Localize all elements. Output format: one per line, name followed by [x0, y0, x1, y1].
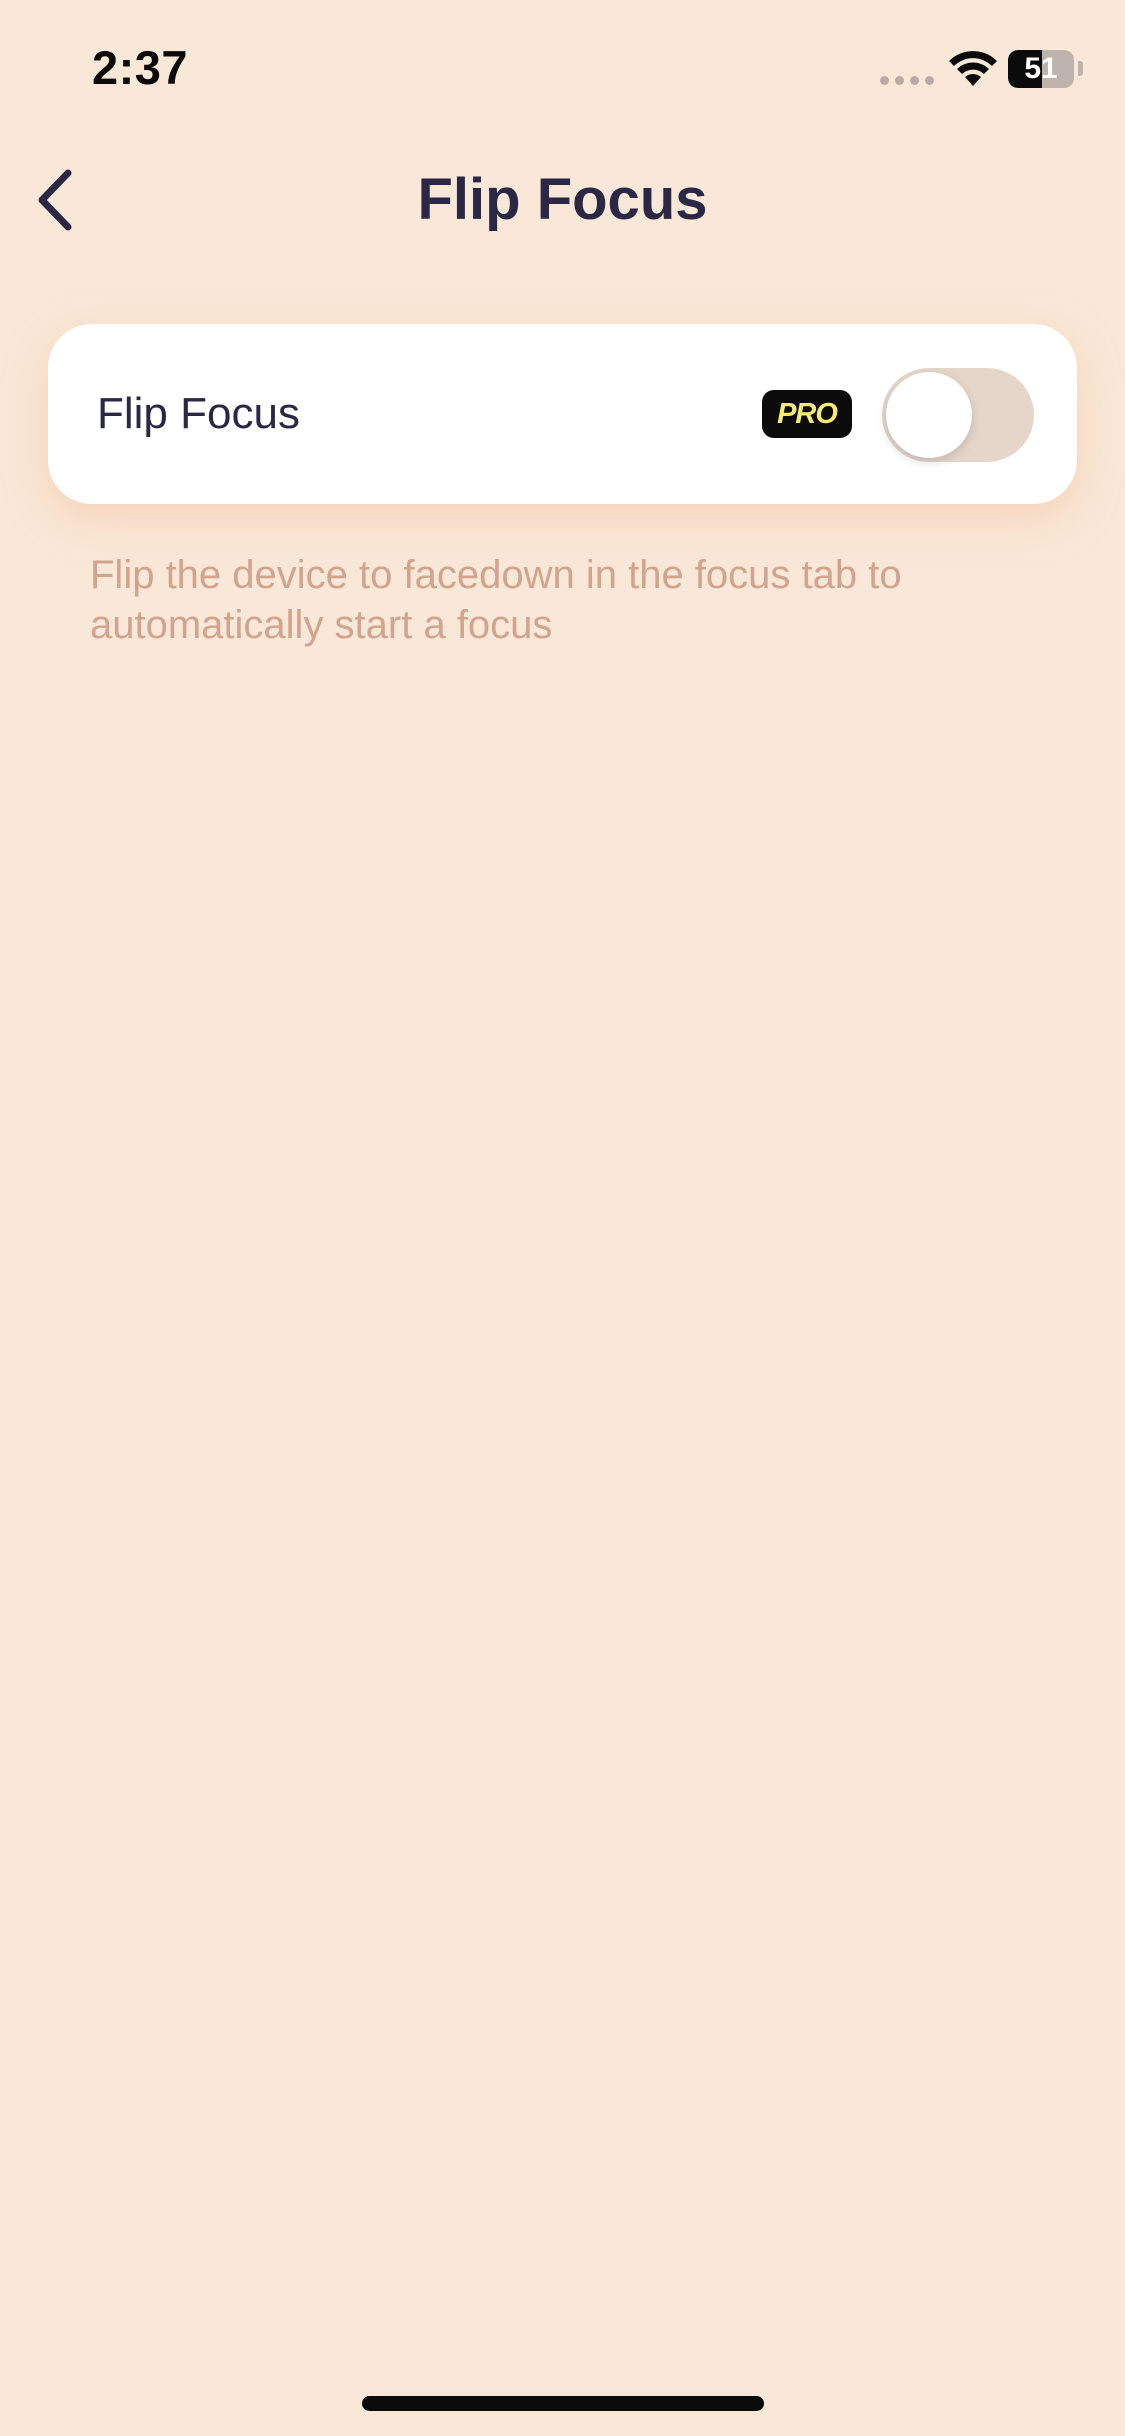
- pro-badge: PRO: [762, 390, 852, 438]
- battery-icon: 51: [1008, 50, 1074, 88]
- battery-level: 51: [1024, 52, 1058, 85]
- cellular-signal-icon: [880, 76, 934, 85]
- flip-focus-screen: 2:37 51 Flip Focus Flip Focus PRO Flip t…: [0, 0, 1125, 2436]
- flip-focus-setting-card: Flip Focus PRO: [48, 324, 1077, 504]
- navigation-bar: Flip Focus: [0, 150, 1125, 250]
- battery-cap: [1078, 61, 1083, 76]
- flip-focus-toggle[interactable]: [882, 368, 1034, 462]
- wifi-icon: [949, 51, 997, 86]
- status-time: 2:37: [92, 41, 189, 94]
- setting-description: Flip the device to facedown in the focus…: [90, 553, 902, 647]
- back-button[interactable]: [14, 160, 94, 240]
- status-bar: 2:37 51: [0, 0, 1125, 132]
- chevron-left-icon: [38, 169, 72, 231]
- page-title: Flip Focus: [417, 167, 708, 232]
- toggle-knob: [886, 372, 972, 458]
- home-indicator[interactable]: [362, 2396, 764, 2411]
- setting-label: Flip Focus: [97, 389, 300, 438]
